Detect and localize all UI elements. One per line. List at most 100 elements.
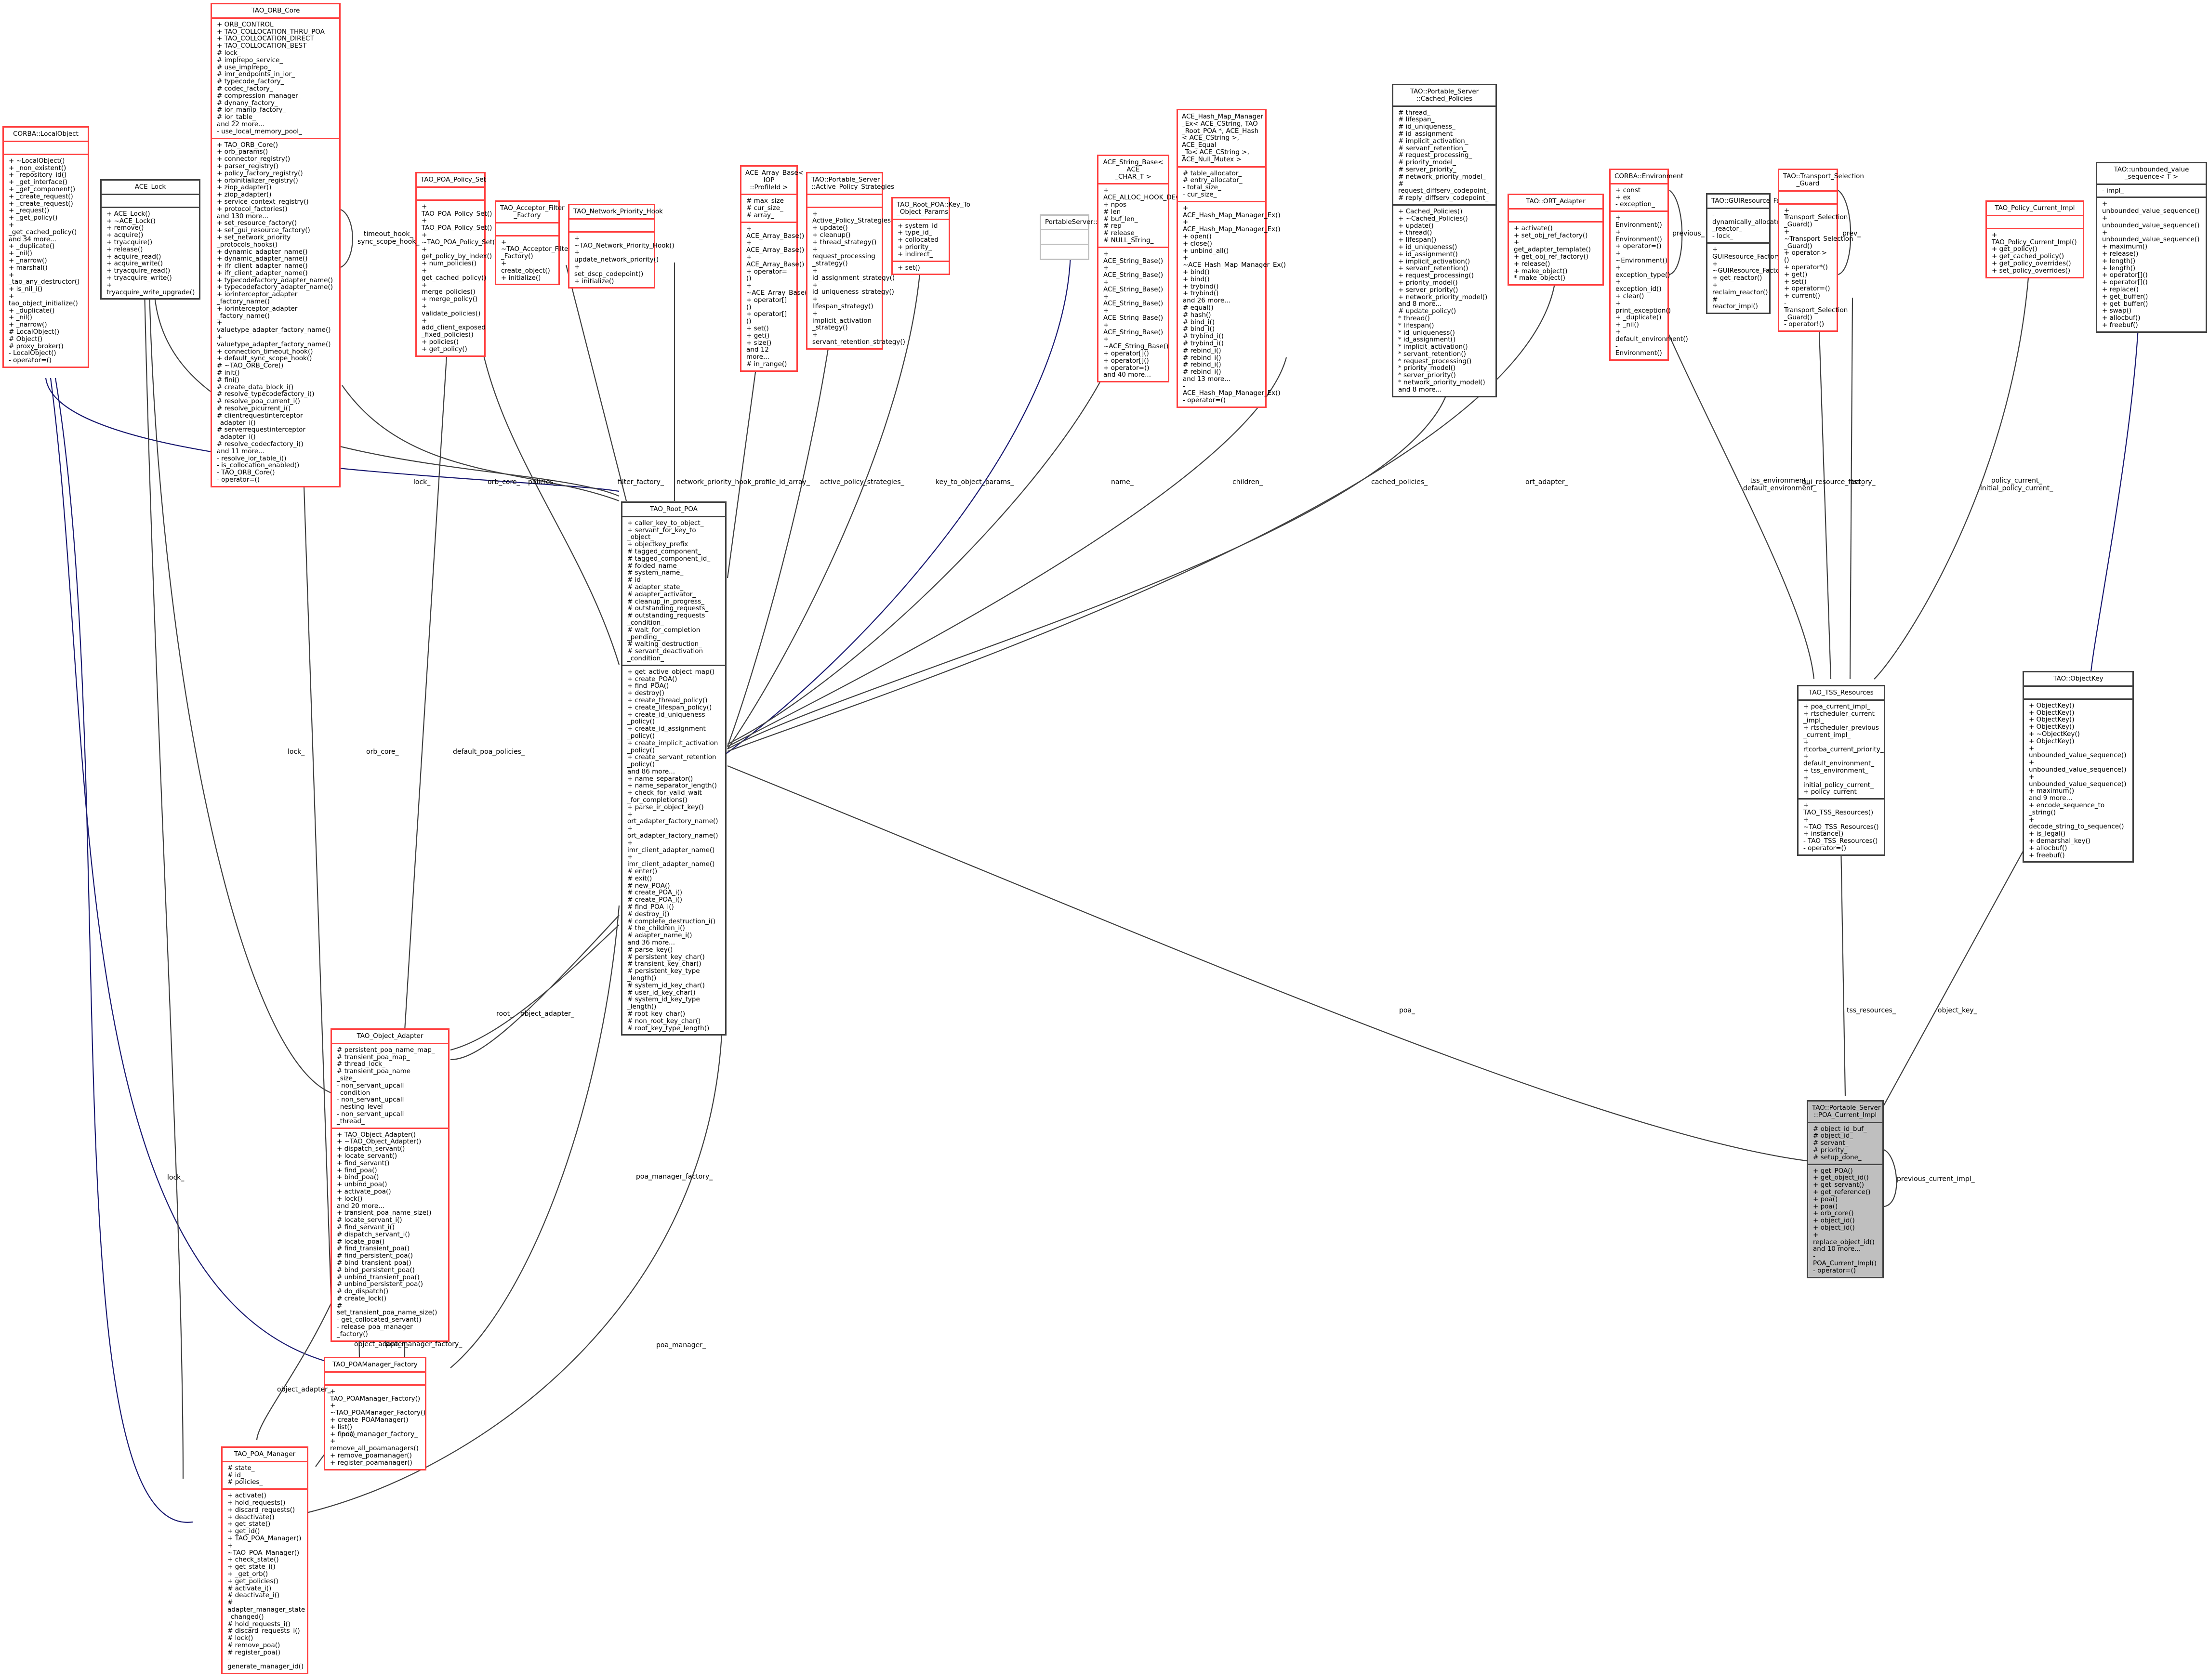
edge-orbcore-self: [340, 209, 353, 268]
methods: + TAO_Policy_Current_Impl() + get_policy(…: [1987, 227, 2083, 277]
class-tao-poa-manager[interactable]: TAO_POA_Manager # state_ # id_ # policies_…: [221, 1446, 308, 1675]
class-member: # compression_manager_: [217, 92, 302, 100]
class-member: + ACE_String_Base(): [1103, 278, 1164, 293]
class-member: # policies_: [227, 1478, 263, 1486]
class-member: # bind_i(): [1183, 318, 1215, 326]
attributes: [807, 193, 882, 207]
class-tao-policy-current-impl[interactable]: TAO_Policy_Current_Impl + TAO_Policy_Cur…: [1985, 200, 2084, 278]
class-member: + service_context_registry(): [217, 197, 309, 206]
class-tao-root-poa[interactable]: TAO_Root_POA + caller_key_to_object_ + se…: [621, 501, 727, 1036]
methods: + ACE_Array_Base() + ACE_Array_Base() + AC…: [741, 221, 810, 370]
class-member: # typecode_factory_: [217, 78, 284, 86]
class-member: + _get_cached_policy(): [9, 221, 77, 236]
class-corba-localobject[interactable]: CORBA::LocalObject + ~LocalObject() + _no…: [2, 126, 89, 368]
class-member: + _request(): [9, 207, 50, 215]
class-member: # folded_name_: [627, 562, 680, 570]
class-member: + servant_retention(): [1398, 264, 1468, 273]
edge-label-tss-resources: tss_resources_: [1847, 1007, 1896, 1014]
class-member: + length(): [2102, 257, 2136, 265]
methods: + TAO_Object_Adapter() + ~TAO_Object_Adap…: [332, 1127, 448, 1340]
class-member: # system_id_key_type _length(): [627, 996, 700, 1011]
class-member: + close(): [1183, 239, 1212, 248]
class-member: + type_id_: [898, 229, 932, 237]
class-key-to-object-params[interactable]: TAO_Root_POA::Key_To _Object_Params + sy…: [891, 197, 970, 276]
class-member: + freebuf(): [2029, 851, 2065, 859]
class-member: + tryacquire_write_upgrade(): [106, 281, 195, 296]
class-member: - operator=(): [1803, 844, 1847, 852]
class-tao-acceptor-filter-factory[interactable]: TAO_Acceptor_Filter _Factory + ~TAO_Acce…: [495, 200, 571, 286]
class-member: + ORB_CONTROL: [217, 20, 274, 28]
class-member: + activate_poa(): [337, 1187, 391, 1195]
inherit-edge-sequence-objectkey: [2090, 308, 2140, 672]
class-member: + tryacquire_write(): [106, 274, 172, 282]
class-ace-hash-map-manager[interactable]: ACE_Hash_Map_Manager _Ex< ACE_CString, T…: [1177, 109, 1286, 408]
class-member: + set(): [898, 263, 920, 272]
edge-label-object-adapter-mid: object_adapter_: [520, 1010, 574, 1018]
class-member: + id_uniqueness(): [1398, 243, 1457, 251]
class-tao-poa-policy-set[interactable]: TAO_POA_Policy_Set + TAO_POA_Policy_Set(…: [415, 172, 498, 357]
class-member: + operator=(): [1103, 364, 1150, 372]
class-member: # update_policy(): [1398, 307, 1456, 315]
class-member: + thread(): [1398, 229, 1432, 237]
class-poa-current-impl[interactable]: TAO::Portable_Server ::POA_Current_Impl …: [1807, 1100, 1884, 1278]
class-tao-objectkey[interactable]: TAO::ObjectKey + ObjectKey() + ObjectKey(…: [2023, 671, 2134, 863]
class-tao-tss-resources[interactable]: TAO_TSS_Resources + poa_current_impl_ + r…: [1797, 685, 1885, 856]
class-member: # request_diffserv_codepoint_: [1398, 180, 1490, 195]
class-tao-orb-core[interactable]: TAO_ORB_Core + ORB_CONTROL + TAO_COLLOCAT…: [211, 3, 341, 487]
class-tao-poamanager-factory[interactable]: TAO_POAManager_Factory + TAO_POAManager_…: [324, 1357, 426, 1470]
edge-current-self: [1883, 1149, 1897, 1208]
attributes: [325, 1371, 425, 1384]
class-ace-array-base[interactable]: ACE_Array_Base< IOP ::ProfileId > # max_…: [740, 165, 810, 372]
class-corba-environment[interactable]: CORBA::Environment + const + ex - exceptio…: [1609, 169, 1688, 361]
class-gui-resource-factory[interactable]: TAO::GUIResource_Factory - dynamically_a…: [1706, 193, 1797, 315]
class-member: + get_POA(): [1813, 1167, 1853, 1175]
class-member: + ACE_String_Base(): [1103, 249, 1164, 265]
class-portableserver-poa[interactable]: PortableServer::POA: [1040, 214, 1111, 260]
class-member: + ~TAO_TSS_Resources(): [1803, 815, 1879, 831]
class-member: # lock_: [217, 49, 241, 57]
class-member: * thread(): [1398, 314, 1430, 322]
class-member: - operator!(): [1784, 320, 1825, 328]
class-member: + valuetype_adapter_factory_name(): [217, 319, 331, 334]
class-member: # adapter_state_: [627, 583, 684, 591]
class-member: # dynany_factory_: [217, 99, 278, 107]
class-member: + remove(): [106, 224, 144, 232]
class-tao-ort-adapter[interactable]: TAO::ORT_Adapter + activate() + set_obj_r…: [1508, 194, 1604, 286]
edge-label-poa-manager-factory-mid: poa_manager_factory_: [636, 1173, 713, 1181]
attributes: + system_id_ + type_id_ + collocated_ + pri…: [893, 218, 949, 261]
class-member: + get_id(): [227, 1527, 260, 1536]
class-member: # priority_model_: [1398, 158, 1456, 167]
class-member: + Environment(): [1615, 228, 1662, 243]
class-tao-network-priority-hook[interactable]: TAO_Network_Priority_Hook + ~TAO_Network…: [568, 204, 675, 289]
class-active-policy-strategies[interactable]: TAO::Portable_Server ::Active_Policy_Str…: [806, 172, 905, 350]
class-member: - operator=(): [1183, 396, 1226, 405]
class-member: + servant_retention_strategy(): [812, 331, 905, 346]
class-member: + allocbuf(): [2029, 844, 2067, 852]
class-member: + ACE_ALLOC_HOOK_DECLARE: [1103, 186, 1197, 202]
class-member: - Environment(): [1615, 342, 1662, 357]
class-member: # array_: [746, 211, 774, 219]
class-member: + hold_requests(): [227, 1498, 286, 1507]
class-member: + replace_object_id(): [1813, 1231, 1875, 1246]
edge-label-name: name_: [1111, 478, 1134, 486]
class-member: - get_collocated_servant(): [337, 1316, 422, 1324]
class-member: # bind_persistent_poa(): [337, 1266, 415, 1274]
class-member: and 22 more...: [217, 120, 265, 128]
class-unbounded-value-sequence[interactable]: TAO::unbounded_value _sequence< T > - im…: [2096, 162, 2207, 333]
class-ace-lock[interactable]: ACE_Lock + ACE_Lock() + ~ACE_Lock() + remo…: [100, 179, 200, 300]
class-cached-policies[interactable]: TAO::Portable_Server ::Cached_Policies #…: [1392, 84, 1497, 397]
class-member: + ACE_Hash_Map_Manager_Ex(): [1183, 218, 1281, 234]
class-member: + get_adapter_template(): [1514, 238, 1591, 254]
edge-label-policy-current: policy_current_ initial_policy_current_: [1980, 477, 2053, 492]
class-member: - release_poa_manager _factory(): [337, 1323, 413, 1338]
class-member: + ACE_Array_Base(): [746, 224, 805, 240]
class-tao-object-adapter[interactable]: TAO_Object_Adapter # persistent_poa_name…: [331, 1028, 450, 1342]
class-member: + ACE_String_Base(): [1103, 321, 1164, 336]
class-member: + make_object(): [1514, 267, 1568, 275]
class-member: + Cached_Policies(): [1398, 207, 1463, 215]
attributes: [1041, 228, 1088, 244]
class-ace-string-base[interactable]: ACE_String_Base< ACE _CHAR_T > + ACE_ALL…: [1097, 155, 1197, 383]
class-transport-selection-guard[interactable]: TAO::Transport_Selection _Guard + Transp…: [1778, 169, 1864, 332]
class-member: + find_POA(): [627, 682, 669, 690]
class-member: # ~TAO_ORB_Core(): [217, 362, 284, 370]
